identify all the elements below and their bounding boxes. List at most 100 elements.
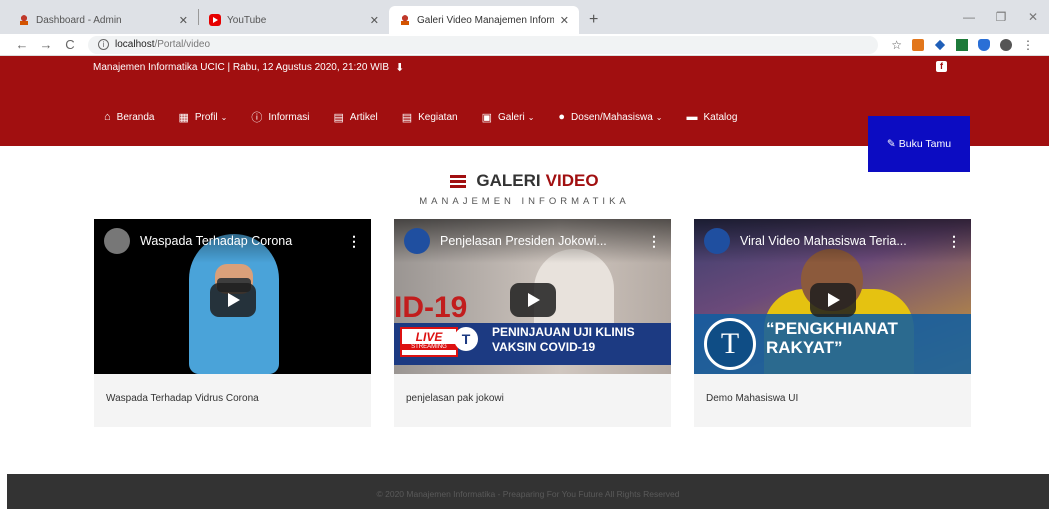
site-footer: © 2020 Manajemen Informatika - Preaparin… [7,474,1049,509]
play-button-icon[interactable] [809,282,856,317]
minimize-icon[interactable]: — [953,10,985,24]
play-button-icon[interactable] [509,282,556,317]
guest-book-label: Buku Tamu [898,138,952,150]
live-text: LIVE [415,330,443,344]
menu-item-beranda[interactable]: ⌂ Beranda [104,109,154,125]
close-icon[interactable]: ✕ [560,14,569,27]
video-player[interactable]: Waspada Terhadap Corona ⋮ [94,219,371,374]
restore-icon[interactable]: ❐ [985,10,1017,24]
main-menu: ⌂ Beranda ▦ Profil ⌄ ⓘ Informasi ▤ Artik… [104,109,761,125]
menu-item-artikel[interactable]: ▤ Artikel [334,109,378,125]
close-icon[interactable]: ✕ [179,14,188,27]
url-host: localhost [115,39,155,50]
chevron-down-icon: ⌄ [655,112,663,122]
menu-item-dosen-mahasiswa[interactable]: ● Dosen/Mahasiswa ⌄ [558,109,662,125]
menu-item-profil[interactable]: ▦ Profil ⌄ [178,109,227,125]
quote-line-1: “PENGKHIANAT [766,319,898,338]
video-title-bar: Penjelasan Presiden Jokowi... ⋮ [394,219,671,263]
menu-label: Informasi [268,111,310,123]
menu-label: Dosen/Mahasiswa [571,111,653,123]
browser-tab-youtube[interactable]: YouTube ✕ [199,6,389,34]
video-title-bar: Viral Video Mahasiswa Teria... ⋮ [694,219,971,263]
channel-avatar[interactable] [404,228,430,254]
metamask-icon[interactable] [912,38,924,51]
header-info-text: Manajemen Informatika UCIC | Rabu, 12 Ag… [93,62,390,73]
video-title[interactable]: Penjelasan Presiden Jokowi... [440,234,639,248]
video-card: T “PENGKHIANAT RAKYAT” Viral Video Mahas… [694,219,971,427]
video-title-bar: Waspada Terhadap Corona ⋮ [94,219,371,263]
info-icon: ⓘ [251,112,263,124]
thumbnail-banner-text: PENINJAUAN UJI KLINIS VAKSIN COVID-19 [492,325,635,355]
tab-title: Dashboard - Admin [36,14,122,26]
image-icon: ▣ [481,111,492,124]
streaming-text: STREAMING [402,344,456,350]
address-bar-row: ← → C i localhost /Portal/video ☆ ⋮ [0,34,1049,56]
quote-line-2: RAKYAT” [766,338,843,357]
reload-icon[interactable]: C [58,37,82,52]
shield-icon[interactable] [978,38,990,51]
video-caption: Waspada Terhadap Vidrus Corona [106,393,259,404]
sheets-icon[interactable] [956,38,968,51]
chevron-down-icon: ⌄ [220,112,228,122]
page-title: GALERI VIDEO [0,171,1049,191]
header-topline: Manajemen Informatika UCIC | Rabu, 12 Ag… [93,61,404,74]
thumbnail-text: ID-19 [394,291,468,324]
menu-label: Galeri [498,111,525,123]
newspaper-icon: ▤ [401,111,413,124]
profile-avatar[interactable] [1000,38,1012,51]
channel-avatar[interactable] [104,228,130,254]
video-title[interactable]: Waspada Terhadap Corona [140,234,339,248]
menu-item-kegiatan[interactable]: ▤ Kegiatan [402,109,458,125]
youtube-icon [209,14,221,26]
title-main: GALERI [476,171,541,190]
book-icon: ✎ [886,138,896,150]
diamond-icon[interactable] [934,39,946,50]
list-icon [450,174,467,188]
video-player[interactable]: ID-19 LIVE STREAMING T PENINJAUAN UJI KL… [394,219,671,374]
site-logo-icon [399,14,411,26]
browser-menu-icon[interactable]: ⋮ [1022,38,1034,52]
url-input[interactable]: i localhost /Portal/video [88,35,879,54]
site-logo-icon [18,14,30,26]
menu-label: Artikel [349,111,378,123]
browser-tab-galeri[interactable]: Galeri Video Manajemen Informa ✕ [389,6,579,34]
chevron-down-icon: ⌄ [527,112,535,122]
info-icon[interactable]: i [98,39,109,50]
video-title[interactable]: Viral Video Mahasiswa Teria... [740,234,939,248]
menu-item-galeri[interactable]: ▣ Galeri ⌄ [482,109,535,125]
menu-item-informasi[interactable]: ⓘ Informasi [251,109,309,125]
more-options-icon[interactable]: ⋮ [947,233,961,250]
menu-label: Beranda [116,111,155,123]
newspaper-icon: ▤ [333,111,344,124]
site-header: Manajemen Informatika UCIC | Rabu, 12 Ag… [0,56,1049,172]
title-accent: VIDEO [545,171,599,190]
download-icon[interactable]: ⬇ [395,61,404,74]
menu-item-katalog[interactable]: ▬ Katalog [686,109,737,125]
banner-line-1: PENINJAUAN UJI KLINIS [492,325,635,339]
menu-label: Profil [194,111,218,123]
guest-book-button[interactable]: ✎ Buku Tamu [868,116,970,172]
tab-title: Galeri Video Manajemen Informa [417,14,554,26]
more-options-icon[interactable]: ⋮ [647,233,661,250]
play-button-icon[interactable] [209,282,256,317]
back-icon[interactable]: ← [10,37,34,52]
user-icon: ● [558,111,566,123]
forward-icon[interactable]: → [34,37,58,52]
close-icon[interactable]: ✕ [370,14,379,27]
thumbnail-quote: “PENGKHIANAT RAKYAT” [766,319,898,357]
url-path: /Portal/video [154,39,211,50]
bookmark-star-icon[interactable]: ☆ [891,38,902,52]
extensions-area: ☆ ⋮ [886,38,1039,52]
tab-title: YouTube [227,14,267,26]
banner-line-2: VAKSIN COVID-19 [492,340,596,354]
facebook-icon[interactable]: f [936,61,947,72]
more-options-icon[interactable]: ⋮ [347,233,361,250]
video-player[interactable]: T “PENGKHIANAT RAKYAT” Viral Video Mahas… [694,219,971,374]
channel-avatar[interactable] [704,228,730,254]
browser-tab-dashboard[interactable]: Dashboard - Admin ✕ [8,6,198,34]
new-tab-button[interactable]: + [579,6,608,34]
close-window-icon[interactable]: ✕ [1017,10,1049,24]
menu-label: Katalog [703,111,738,123]
page-subtitle: MANAJEMEN INFORMATIKA [419,196,630,207]
folder-icon: ▬ [686,111,698,123]
